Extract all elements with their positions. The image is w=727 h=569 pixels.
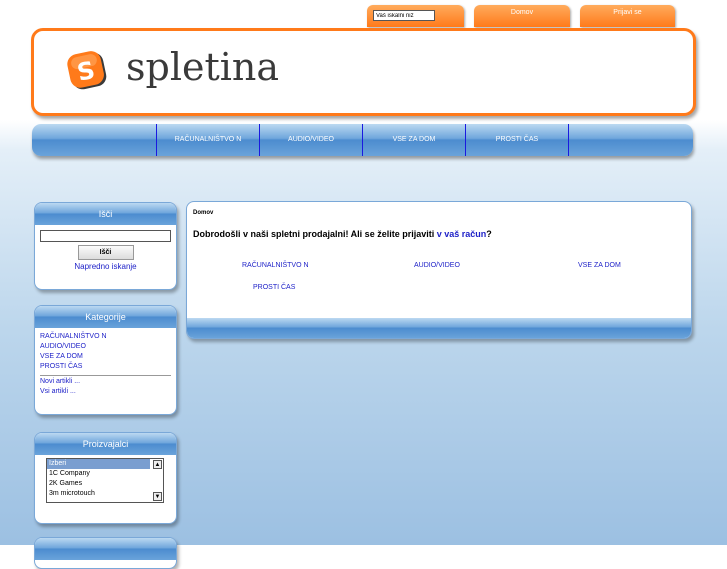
main-category-home[interactable]: VSE ZA DOM (578, 262, 621, 269)
main-category-leisure[interactable]: PROSTI ČAS (253, 284, 295, 291)
scroll-up-icon[interactable]: ▲ (153, 460, 162, 469)
spletina-logo-icon[interactable]: S (66, 49, 110, 93)
search-panel: Išči Išči Napredno iskanje (34, 202, 177, 290)
search-button[interactable]: Išči (77, 245, 134, 260)
manufacturer-select[interactable]: Izberi 1C Company 2K Games 3m microtouch… (46, 458, 164, 503)
nav-divider (568, 124, 569, 156)
nav-item-home[interactable]: VSE ZA DOM (362, 124, 465, 156)
welcome-text: Dobrodošli v naši spletni prodajalni! Al… (193, 229, 437, 239)
main-category-audio-video[interactable]: AUDIO/VIDEO (414, 262, 460, 269)
search-panel-title: Išči (35, 203, 176, 225)
nav-item-leisure[interactable]: PROSTI ČAS (465, 124, 568, 156)
extra-panel-title (35, 538, 176, 560)
category-link-audio-video[interactable]: AUDIO/VIDEO (40, 342, 171, 352)
welcome-end: ? (486, 229, 492, 239)
login-tab[interactable]: Prijavi se (580, 5, 675, 27)
search-tab (367, 5, 464, 27)
scroll-down-icon[interactable]: ▼ (153, 492, 162, 501)
manufacturer-option[interactable]: 1C Company (47, 469, 150, 479)
category-link-computers[interactable]: RAČUNALNIŠTVO N (40, 332, 171, 342)
home-tab[interactable]: Domov (474, 5, 570, 27)
nav-item-label: VSE ZA DOM (392, 136, 436, 143)
main-category-computers[interactable]: RAČUNALNIŠTVO N (242, 262, 309, 269)
extra-panel (34, 537, 177, 569)
logo-text[interactable]: spletina (126, 45, 279, 89)
manufacturer-option[interactable]: 3m microtouch (47, 489, 150, 499)
manufacturers-panel-title: Proizvajalci (35, 433, 176, 455)
header-banner: S spletina (31, 28, 696, 116)
main-content: Domov Dobrodošli v naši spletni prodajal… (186, 201, 692, 339)
manufacturer-option[interactable]: 2K Games (47, 479, 150, 489)
new-items-link[interactable]: Novi artikli ... (40, 377, 171, 387)
account-login-link[interactable]: v vaš račun (437, 229, 487, 239)
advanced-search-link[interactable]: Napredno iskanje (40, 262, 171, 271)
main-content-footer (187, 318, 691, 338)
top-search-input[interactable] (373, 10, 435, 21)
nav-item-computers[interactable]: RAČUNALNIŠTVO N (156, 124, 259, 156)
nav-item-audio-video[interactable]: AUDIO/VIDEO (259, 124, 362, 156)
main-navbar: RAČUNALNIŠTVO N AUDIO/VIDEO VSE ZA DOM P… (32, 124, 693, 156)
category-link-home[interactable]: VSE ZA DOM (40, 352, 171, 362)
category-link-leisure[interactable]: PROSTI ČAS (40, 362, 171, 372)
nav-item-label: AUDIO/VIDEO (288, 136, 334, 143)
home-tab-label: Domov (510, 9, 534, 16)
nav-item-label: RAČUNALNIŠTVO N (174, 136, 242, 143)
categories-panel: Kategorije RAČUNALNIŠTVO N AUDIO/VIDEO V… (34, 305, 177, 415)
categories-panel-title: Kategorije (35, 306, 176, 328)
breadcrumb[interactable]: Domov (193, 210, 213, 216)
search-input[interactable] (40, 230, 171, 242)
manufacturer-option[interactable]: Izberi (47, 459, 150, 469)
all-items-link[interactable]: Vsi artikli ... (40, 387, 171, 397)
categories-divider (40, 375, 171, 376)
manufacturers-panel: Proizvajalci Izberi 1C Company 2K Games … (34, 432, 177, 524)
nav-item-label: PROSTI ČAS (495, 136, 539, 143)
login-tab-label: Prijavi se (613, 9, 642, 16)
welcome-message: Dobrodošli v naši spletni prodajalni! Al… (193, 229, 492, 239)
